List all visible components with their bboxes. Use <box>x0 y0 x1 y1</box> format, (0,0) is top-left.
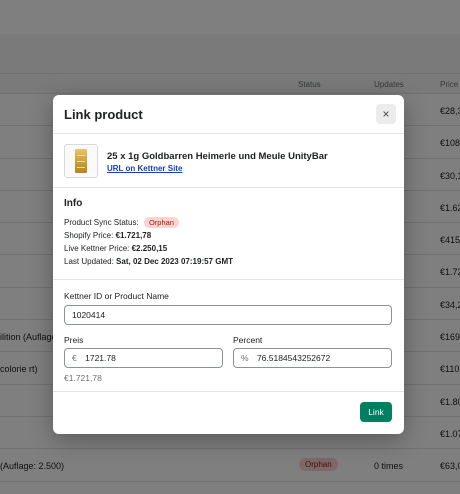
shopify-price-value: €1.721,78 <box>115 231 152 240</box>
kettner-site-link[interactable]: URL on Kettner Site <box>107 164 182 173</box>
preis-input[interactable]: € 1721.78 <box>64 348 223 368</box>
preis-value: 1721.78 <box>85 353 116 363</box>
sync-status-label: Product Sync Status: <box>64 218 139 227</box>
modal-header: Link product × <box>53 95 404 134</box>
close-button[interactable]: × <box>376 104 396 124</box>
info-section: Info Product Sync Status: Orphan Shopify… <box>53 188 404 280</box>
product-thumbnail <box>64 144 98 178</box>
link-form: Kettner ID or Product Name 1020414 Preis… <box>53 280 404 392</box>
kettner-id-value: 1020414 <box>72 310 106 320</box>
live-price-row: Live Kettner Price: €2.250,15 <box>64 244 167 253</box>
product-name: 25 x 1g Goldbarren Heimerle und Meule Un… <box>107 151 328 162</box>
kettner-id-label: Kettner ID or Product Name <box>64 291 169 301</box>
shopify-price-label: Shopify Price: <box>64 231 114 240</box>
preis-label: Preis <box>64 335 84 345</box>
percent-label: Percent <box>233 335 263 345</box>
gold-bar-icon <box>75 149 87 173</box>
shopify-price-row: Shopify Price: €1.721,78 <box>64 231 151 240</box>
status-badge: Orphan <box>143 217 179 228</box>
link-button[interactable]: Link <box>360 402 392 422</box>
percent-prefix: % <box>241 353 249 363</box>
modal-footer: Link <box>53 392 404 434</box>
close-icon: × <box>382 107 390 121</box>
last-updated-value: Sat, 02 Dec 2023 07:19:57 GMT <box>116 257 233 266</box>
percent-value: 76.5184543252672 <box>256 353 331 363</box>
modal-title: Link product <box>64 107 143 122</box>
product-summary: 25 x 1g Goldbarren Heimerle und Meule Un… <box>53 134 404 188</box>
preis-formatted-hint: €1.721,78 <box>64 373 102 383</box>
live-price-value: €2.250,15 <box>131 244 168 253</box>
live-price-label: Live Kettner Price: <box>64 244 130 253</box>
last-updated-label: Last Updated: <box>64 257 114 266</box>
last-updated-row: Last Updated: Sat, 02 Dec 2023 07:19:57 … <box>64 257 233 266</box>
kettner-id-input[interactable]: 1020414 <box>64 305 392 325</box>
sync-status-row: Product Sync Status: Orphan <box>64 217 179 228</box>
info-title: Info <box>64 198 83 209</box>
euro-prefix: € <box>72 353 77 363</box>
percent-input[interactable]: % 76.5184543252672 <box>233 348 392 368</box>
link-product-modal: Link product × 25 x 1g Goldbarren Heimer… <box>53 95 404 434</box>
